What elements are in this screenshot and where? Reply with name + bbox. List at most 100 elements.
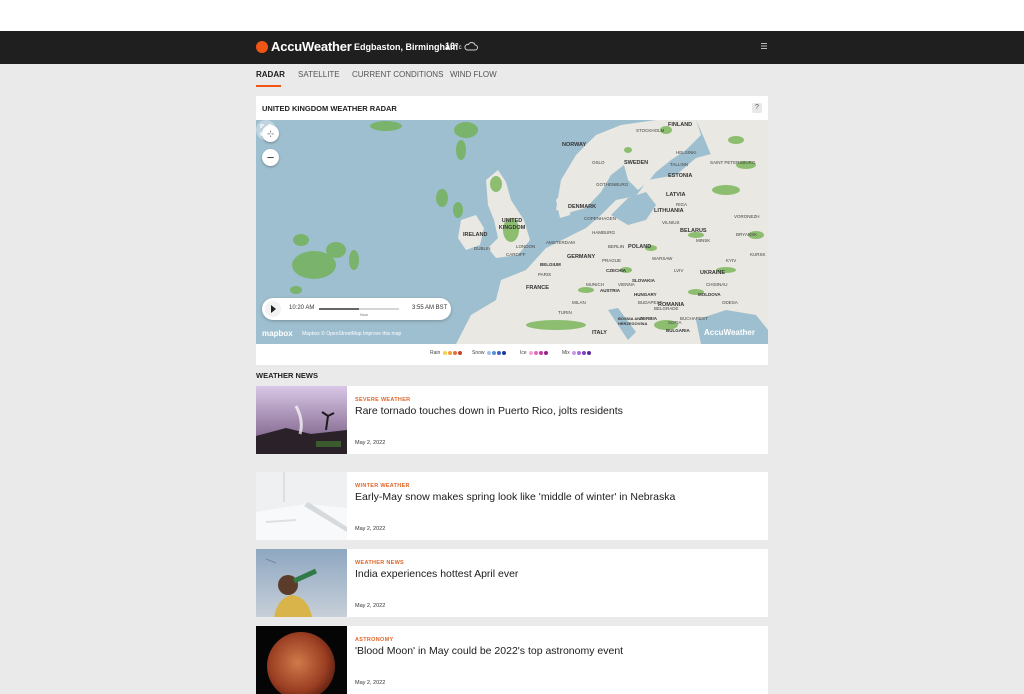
legend-swatch [529, 350, 534, 355]
map-label-ukraine: UKRAINE [700, 270, 726, 276]
help-icon[interactable]: ? [752, 103, 762, 113]
news-headline[interactable]: Early-May snow makes spring look like 'm… [355, 491, 755, 503]
legend-swatch [496, 350, 501, 355]
map-label-austria: AUSTRIA [600, 288, 620, 293]
accuweather-watermark: AccuWeather [704, 328, 755, 337]
mapbox-logo[interactable]: mapbox [262, 329, 293, 338]
map-label-denmark: DENMARK [568, 204, 597, 210]
brand-name[interactable]: AccuWeather [271, 39, 352, 54]
map-label-bosnia: BOSNIA AND HERZEGOVINA [618, 316, 648, 326]
current-temperature[interactable]: 10°c [445, 41, 462, 51]
news-category[interactable]: WEATHER NEWS [355, 560, 404, 566]
news-category[interactable]: SEVERE WEATHER [355, 397, 410, 403]
map-label-estonia: ESTONIA [668, 173, 693, 179]
map-label-moldova: MOLDOVA [698, 292, 721, 297]
legend-swatch [539, 350, 544, 355]
news-thumbnail[interactable] [256, 386, 347, 454]
legend-swatch [452, 350, 457, 355]
map-label-belgium: BELGIUM [540, 262, 561, 267]
city-label: PARIS [538, 272, 552, 277]
map-label-czechia: CZECHIA [606, 268, 626, 273]
city-label: MUNICH [586, 282, 604, 287]
map-attribution[interactable]: Mapbox © OpenStreetMap Improve this map [302, 331, 401, 337]
map-label-hungary: HUNGARY [634, 292, 657, 297]
legend-label: Ice [520, 350, 527, 356]
timeline-scrubber[interactable] [319, 308, 399, 310]
temperature-unit: c [458, 45, 462, 51]
city-label: GOTHENBURG [596, 182, 629, 187]
legend-swatch [457, 350, 462, 355]
news-date: May 2, 2022 [355, 603, 386, 609]
tab-satellite[interactable]: SATELLITE [298, 70, 340, 79]
hamburger-icon[interactable] [759, 41, 769, 51]
zoom-out-button[interactable]: − [262, 149, 279, 166]
city-label: LVIV [674, 268, 684, 273]
news-date: May 2, 2022 [355, 526, 386, 532]
city-label: VORONEZH [734, 214, 760, 219]
timeline-start-time: 10:20 AM [289, 305, 315, 311]
map-label-belarus: BELARUS [680, 228, 707, 234]
tab-current-conditions[interactable]: CURRENT CONDITIONS [352, 70, 443, 79]
legend-swatch [501, 350, 506, 355]
radar-map[interactable]: FINLAND NORWAY SWEDEN ESTONIA LATVIA LIT… [256, 120, 768, 344]
city-label: WARSAW [652, 256, 673, 261]
city-label: COPENHAGEN [584, 216, 617, 221]
legend-swatch [442, 350, 447, 355]
map-label-poland: POLAND [628, 244, 652, 250]
tab-wind-flow[interactable]: WIND FLOW [450, 70, 497, 79]
news-card[interactable]: WEATHER NEWS India experiences hottest A… [256, 549, 768, 617]
legend-swatch [447, 350, 452, 355]
radar-title: UNITED KINGDOM WEATHER RADAR [262, 104, 397, 113]
news-card[interactable]: ASTRONOMY 'Blood Moon' in May could be 2… [256, 626, 768, 694]
news-thumbnail[interactable] [256, 549, 347, 617]
tab-radar[interactable]: RADAR [256, 70, 285, 79]
news-card[interactable]: WINTER WEATHER Early-May snow makes spri… [256, 472, 768, 540]
news-headline[interactable]: Rare tornado touches down in Puerto Rico… [355, 405, 755, 417]
city-label: SOFIA [668, 320, 682, 325]
cloud-icon [464, 42, 478, 51]
legend-swatch [587, 350, 592, 355]
location-name[interactable]: Edgbaston, Birmingham [354, 42, 458, 52]
legend-label: Snow [472, 350, 485, 356]
news-date: May 2, 2022 [355, 440, 386, 446]
city-label: DUBLIN [474, 246, 491, 251]
news-headline[interactable]: 'Blood Moon' in May could be 2022's top … [355, 645, 755, 657]
news-date: May 2, 2022 [355, 680, 386, 686]
city-label: VILNIUS [662, 220, 680, 225]
city-label: BUDAPEST [638, 300, 663, 305]
city-label: AMSTERDAM [546, 240, 575, 245]
legend-label: Rain [430, 350, 441, 356]
accuweather-logo-icon[interactable] [256, 41, 268, 53]
fullscreen-icon[interactable] [256, 120, 276, 140]
city-label: BERLIN [608, 244, 625, 249]
news-category[interactable]: ASTRONOMY [355, 637, 393, 643]
legend-swatch [491, 350, 496, 355]
legend-swatch [572, 350, 577, 355]
news-thumbnail[interactable] [256, 626, 347, 694]
radar-card: UNITED KINGDOM WEATHER RADAR ? FINLAND N… [256, 96, 768, 365]
map-label-ireland: IRELAND [463, 232, 488, 238]
map-label-slovakia: SLOVAKIA [632, 278, 655, 283]
temperature-value: 10° [445, 41, 459, 51]
active-tab-indicator [256, 85, 281, 87]
city-label: CARDIFF [506, 252, 526, 257]
timeline-now-label: Now [360, 312, 369, 317]
legend-ice: Ice [520, 350, 549, 356]
legend-swatch [534, 350, 539, 355]
play-button[interactable] [265, 301, 281, 317]
city-label: RIGA [676, 202, 688, 207]
city-label: CHISINAU [706, 282, 728, 287]
city-label: VIENNA [618, 282, 635, 287]
news-thumbnail[interactable] [256, 472, 347, 540]
city-label: HELSINKI [676, 150, 697, 155]
news-category[interactable]: WINTER WEATHER [355, 483, 410, 489]
city-label: KYIV [726, 258, 737, 263]
city-label: BUCHAREST [680, 316, 708, 321]
site-header: AccuWeather Edgbaston, Birmingham 10°c [0, 31, 1024, 64]
timeline-progress [319, 308, 359, 310]
weather-news-heading: WEATHER NEWS [256, 371, 318, 380]
map-label-finland: FINLAND [668, 122, 693, 128]
news-headline[interactable]: India experiences hottest April ever [355, 568, 755, 580]
legend-swatch [577, 350, 582, 355]
news-card[interactable]: SEVERE WEATHER Rare tornado touches down… [256, 386, 768, 454]
